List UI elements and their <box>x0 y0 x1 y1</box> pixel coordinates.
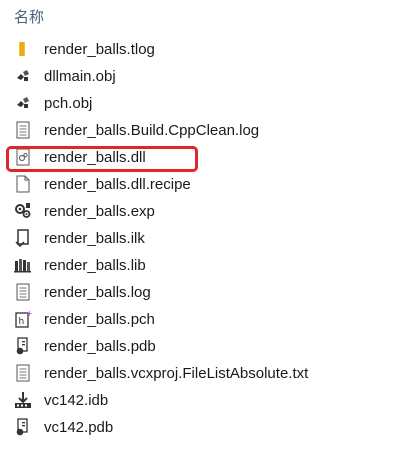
pdb-file-icon <box>14 337 32 355</box>
file-name: render_balls.log <box>44 283 151 301</box>
file-name: dllmain.obj <box>44 67 116 85</box>
lib-file-icon <box>14 256 32 274</box>
list-item[interactable]: render_balls.vcxproj.FileListAbsolute.tx… <box>14 360 384 386</box>
list-item[interactable]: render_balls.ilk <box>14 225 384 251</box>
highlight-box <box>6 146 198 172</box>
ilk-file-icon <box>14 229 32 247</box>
list-item[interactable]: vc142.idb <box>14 387 384 413</box>
file-name: render_balls.pdb <box>44 337 156 355</box>
list-item[interactable]: pch.obj <box>14 90 384 116</box>
file-name: render_balls.Build.CppClean.log <box>44 121 260 139</box>
file-name: vc142.idb <box>44 391 109 409</box>
text-file-icon <box>14 364 32 382</box>
list-item[interactable]: render_balls.pdb <box>14 333 384 359</box>
idb-file-icon <box>14 391 32 409</box>
file-name: render_balls.pch <box>44 310 155 328</box>
list-item[interactable]: render_balls.tlog <box>14 36 384 62</box>
list-item[interactable]: vc142.pdb <box>14 414 384 440</box>
folder-icon <box>14 40 32 58</box>
list-item[interactable]: render_balls.Build.CppClean.log <box>14 117 384 143</box>
svg-text:h: h <box>19 317 25 327</box>
file-name: vc142.pdb <box>44 418 114 436</box>
pch-file-icon: h++ <box>14 310 32 328</box>
name-column-header[interactable]: 名称 <box>14 6 44 27</box>
list-item[interactable]: dllmain.obj <box>14 63 384 89</box>
pdb-file-icon <box>14 418 32 436</box>
file-name: render_balls.vcxproj.FileListAbsolute.tx… <box>44 364 309 382</box>
list-item[interactable]: h++ render_balls.pch <box>14 306 384 332</box>
text-file-icon <box>14 283 32 301</box>
list-item[interactable]: render_balls.lib <box>14 252 384 278</box>
file-name: pch.obj <box>44 94 93 112</box>
file-name: render_balls.ilk <box>44 229 145 247</box>
object-file-icon <box>14 94 32 112</box>
list-item[interactable]: render_balls.dll.recipe <box>14 171 384 197</box>
text-file-icon <box>14 121 32 139</box>
file-name: render_balls.lib <box>44 256 146 274</box>
list-item[interactable]: render_balls.exp <box>14 198 384 224</box>
blank-file-icon <box>14 175 32 193</box>
exp-file-icon <box>14 202 32 220</box>
list-item[interactable]: render_balls.log <box>14 279 384 305</box>
file-name: render_balls.exp <box>44 202 155 220</box>
file-name: render_balls.tlog <box>44 40 155 58</box>
sort-caret-icon[interactable]: ⌃ <box>210 0 218 5</box>
object-file-icon <box>14 67 32 85</box>
file-name: render_balls.dll.recipe <box>44 175 191 193</box>
svg-text:++: ++ <box>26 310 32 318</box>
column-header: 名称 ⌃ <box>0 0 394 34</box>
